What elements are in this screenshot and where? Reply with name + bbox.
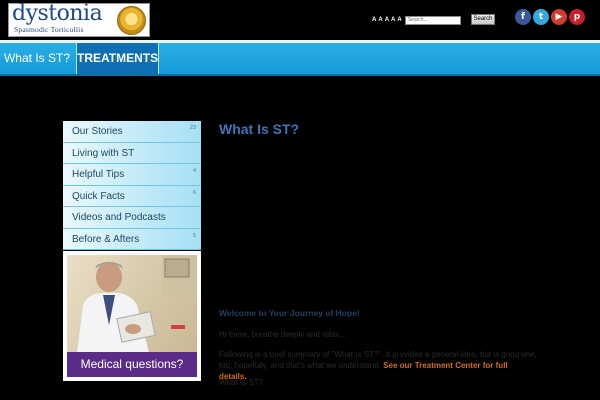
summary-paragraph: Following is a brief summary of "What Is… xyxy=(219,349,537,382)
header: dystonia Spasmodic Torticollis A A A A A… xyxy=(0,0,600,40)
medical-questions-banner[interactable]: Medical questions? xyxy=(63,251,201,381)
sidebar-item-before-afters[interactable]: Before & Afters 5 xyxy=(63,228,201,250)
sidebar-item-living-with-st[interactable]: Living with ST xyxy=(63,142,201,164)
twitter-icon[interactable]: t xyxy=(533,9,549,25)
main-nav: What Is ST? TREATMENTS xyxy=(0,40,600,76)
text-size-a2[interactable]: A xyxy=(378,16,382,24)
sidebar-item-count: 6 xyxy=(192,189,196,196)
sidebar-item-label: Our Stories xyxy=(72,126,123,137)
intro-text: Hi there, breathe deeply and relax... xyxy=(219,330,347,339)
sidebar-item-label: Living with ST xyxy=(72,147,135,159)
page-title: What Is ST? xyxy=(219,121,300,137)
sidebar-item-helpful-tips[interactable]: Helpful Tips 4 xyxy=(63,164,201,186)
search-button[interactable]: Search xyxy=(471,14,495,25)
sidebar-item-quick-facts[interactable]: Quick Facts 6 xyxy=(63,185,201,207)
dystonia-logo[interactable]: dystonia Spasmodic Torticollis xyxy=(8,1,150,37)
nav-item-treatments[interactable]: TREATMENTS xyxy=(76,43,159,74)
sidebar-item-label: Videos and Podcasts xyxy=(72,212,166,223)
sidebar-item-our-stories[interactable]: Our Stories 23 xyxy=(63,121,201,143)
facebook-icon[interactable]: f xyxy=(515,9,531,25)
promo-caption: Medical questions? xyxy=(67,352,197,377)
text-size-a5[interactable]: A xyxy=(397,16,401,24)
sidebar-item-count: 23 xyxy=(189,125,196,131)
sidebar-item-count: 4 xyxy=(192,168,196,174)
sidebar-item-label: Quick Facts xyxy=(72,190,125,202)
pinterest-icon[interactable]: p xyxy=(569,9,585,25)
text-size-a4[interactable]: A xyxy=(391,16,395,24)
sidebar-item-count: 5 xyxy=(192,232,196,239)
search-input[interactable] xyxy=(404,15,461,25)
what-is-st-subheading: What Is ST? xyxy=(219,378,264,387)
text-size-a3[interactable]: A xyxy=(385,16,389,24)
text-size-a1[interactable]: A xyxy=(372,16,376,24)
social-links: f t ▶ p xyxy=(515,9,587,25)
welcome-heading: Welcome to Your Journey of Hope! xyxy=(219,308,360,318)
seal-icon xyxy=(117,6,146,35)
sidebar-item-videos-and-podcasts[interactable]: Videos and Podcasts xyxy=(63,207,201,229)
youtube-icon[interactable]: ▶ xyxy=(551,9,567,25)
sidebar-item-label: Before & Afters xyxy=(72,233,140,245)
logo-wordmark: dystonia xyxy=(12,1,103,26)
doctor-photo xyxy=(67,255,197,353)
logo-subtitle: Spasmodic Torticollis xyxy=(14,25,84,34)
nav-item-what-is-st[interactable]: What Is ST? xyxy=(0,43,74,74)
text-size-controls: A A A A A xyxy=(372,14,461,26)
sidebar: Our Stories 23 Living with ST Helpful Ti… xyxy=(63,121,201,250)
sidebar-item-label: Helpful Tips xyxy=(72,169,125,180)
